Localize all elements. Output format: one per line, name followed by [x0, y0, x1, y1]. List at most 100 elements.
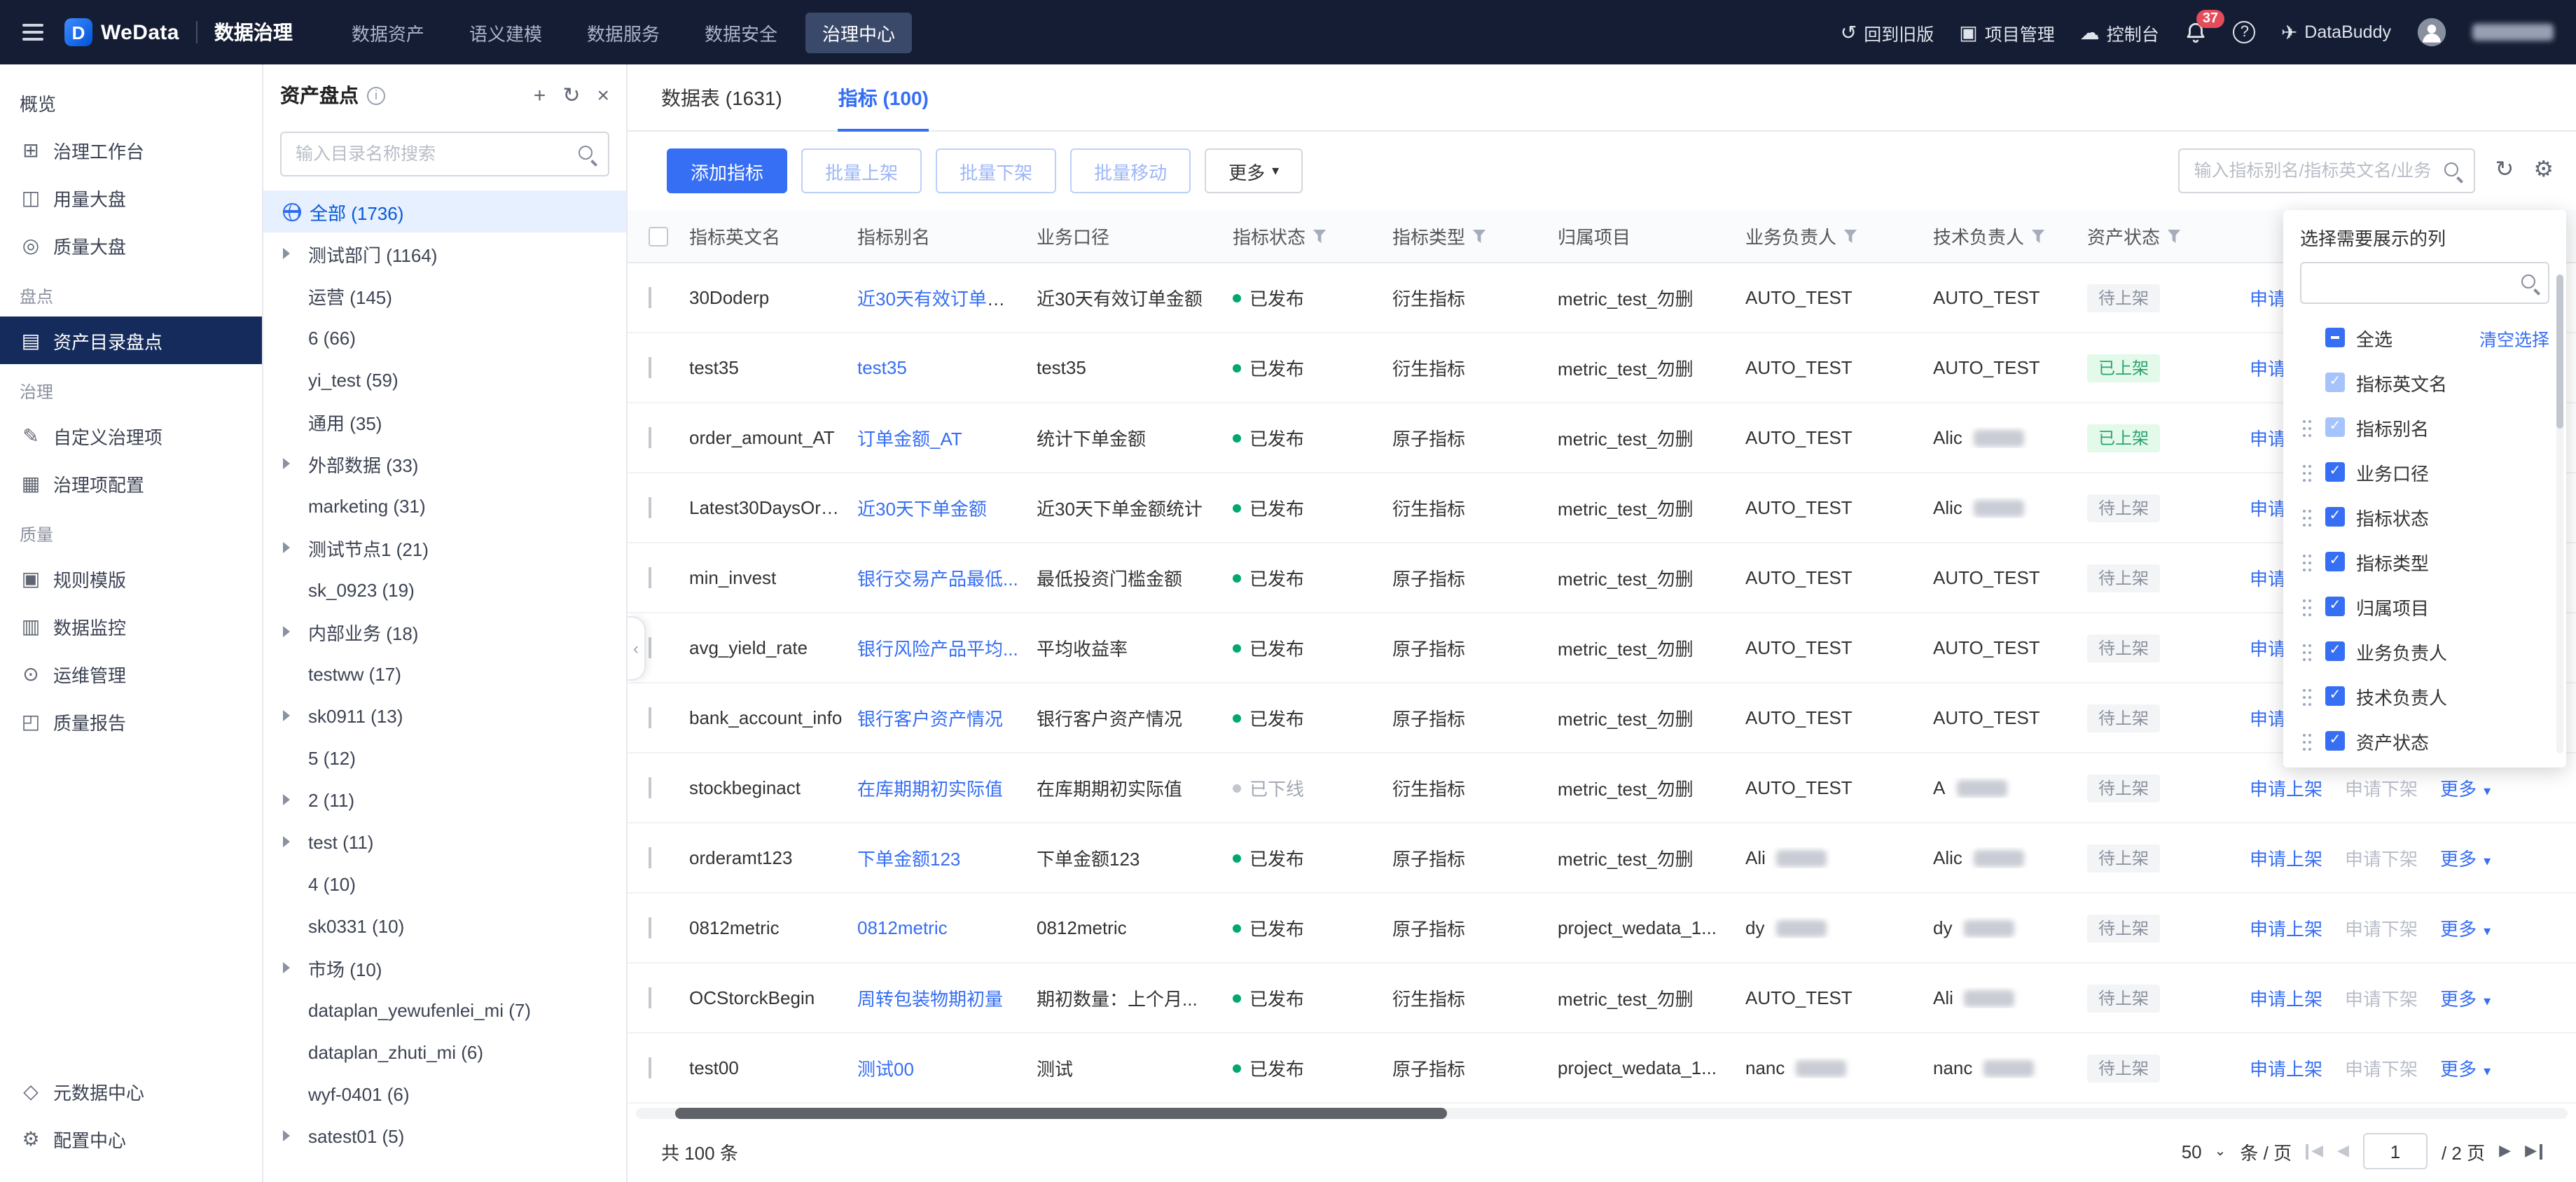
column-checkbox[interactable]: ✓	[2325, 462, 2345, 482]
column-option[interactable]: ✓ 指标英文名	[2300, 360, 2549, 405]
databuddy-link[interactable]: ✈ DataBuddy	[2281, 22, 2391, 42]
tree-node[interactable]: 全部 (1736)	[263, 190, 626, 232]
action-more[interactable]: 更多▾	[2440, 844, 2491, 871]
sidebar-item[interactable]: ▥ 数据监控	[0, 602, 262, 650]
column-header[interactable]: 指标类型	[1392, 223, 1558, 249]
sidebar-item[interactable]: ✎ 自定义治理项	[0, 412, 262, 459]
column-option[interactable]: ✓ 归属项目	[2300, 584, 2549, 629]
expand-arrow-icon[interactable]	[283, 794, 300, 805]
metric-alias-link[interactable]: test35	[857, 357, 907, 378]
row-checkbox[interactable]	[649, 287, 651, 308]
metric-alias-link[interactable]: 测试00	[857, 1059, 914, 1080]
tree-node[interactable]: sk0331 (10)	[263, 905, 626, 947]
column-header[interactable]: 指标状态	[1233, 223, 1392, 249]
refresh-table-icon[interactable]: ↻	[2495, 159, 2514, 182]
tree-node[interactable]: dataplan_zhuti_mi (6)	[263, 1031, 626, 1073]
tree-node[interactable]: test (11)	[263, 821, 626, 863]
row-checkbox[interactable]	[649, 707, 651, 728]
row-checkbox[interactable]	[649, 637, 651, 658]
select-all-checkbox[interactable]	[2325, 328, 2345, 347]
column-header[interactable]: 指标别名	[857, 223, 1037, 249]
column-search-input[interactable]	[2300, 262, 2549, 304]
column-checkbox[interactable]: ✓	[2325, 641, 2345, 661]
refresh-tree-icon[interactable]: ↻	[562, 85, 580, 106]
last-page-button[interactable]: ▶	[2525, 1143, 2542, 1159]
metric-search-input[interactable]	[2178, 148, 2476, 193]
topbar-nav-item[interactable]: 数据安全	[688, 12, 794, 53]
action-more[interactable]: 更多▾	[2440, 1055, 2491, 1081]
sidebar-item[interactable]: ⊙ 运维管理	[0, 650, 262, 697]
tree-node[interactable]: sk0911 (13)	[263, 695, 626, 737]
metric-alias-link[interactable]: 银行客户资产情况	[857, 709, 1003, 730]
metric-alias-link[interactable]: 银行风险产品平均...	[857, 639, 1018, 660]
column-checkbox[interactable]: ✓	[2325, 507, 2345, 527]
hscroll-thumb[interactable]	[674, 1108, 1448, 1119]
metric-alias-link[interactable]: 近30天下单金额	[857, 499, 987, 520]
column-checkbox[interactable]: ✓	[2325, 597, 2345, 616]
help-icon[interactable]: ?	[2233, 21, 2256, 43]
action-request-offline[interactable]: 申请下架	[2345, 844, 2418, 871]
sidebar-item[interactable]: ▣ 规则模版	[0, 555, 262, 602]
sidebar-item[interactable]: ▤ 资产目录盘点	[0, 317, 262, 364]
column-checkbox[interactable]: ✓	[2325, 731, 2345, 751]
metric-alias-link[interactable]: 银行交易产品最低...	[857, 569, 1018, 590]
tree-node[interactable]: 4 (10)	[263, 863, 626, 905]
drag-handle-icon[interactable]	[2300, 686, 2314, 706]
column-checkbox[interactable]: ✓	[2325, 686, 2345, 706]
row-checkbox[interactable]	[649, 357, 651, 378]
tree-node[interactable]: 测试部门 (1164)	[263, 232, 626, 274]
tree-node[interactable]: yi_test (59)	[263, 359, 626, 401]
tree-node[interactable]: sk_0923 (19)	[263, 569, 626, 611]
tree-node[interactable]: 通用 (35)	[263, 401, 626, 443]
expand-arrow-icon[interactable]	[283, 710, 300, 721]
row-checkbox[interactable]	[649, 427, 651, 448]
drag-handle-icon[interactable]	[2300, 507, 2314, 527]
drag-handle-icon[interactable]	[2300, 641, 2314, 661]
filter-icon[interactable]	[1313, 229, 1327, 243]
sidebar-item[interactable]: ◇ 元数据中心	[0, 1067, 262, 1115]
tree-node[interactable]: 5 (12)	[263, 737, 626, 779]
tree-node[interactable]: 2 (11)	[263, 779, 626, 821]
action-more[interactable]: 更多▾	[2440, 915, 2491, 941]
tree-node[interactable]: testww (17)	[263, 653, 626, 695]
dropdown-scrollbar-thumb[interactable]	[2556, 274, 2563, 429]
project-management-link[interactable]: ▣ 项目管理	[1959, 19, 2055, 46]
filter-icon[interactable]	[1843, 229, 1858, 243]
tree-node[interactable]: 6 (66)	[263, 317, 626, 359]
action-more[interactable]: 更多▾	[2440, 774, 2491, 801]
tree-node[interactable]: dataplan_yewufenlei_mi (7)	[263, 989, 626, 1031]
tree-node[interactable]: 市场 (10)	[263, 947, 626, 989]
batch-offline-button[interactable]: 批量下架	[936, 148, 1057, 193]
filter-icon[interactable]	[2031, 229, 2046, 243]
topbar-nav-item[interactable]: 数据资产	[335, 12, 441, 53]
current-page-input[interactable]	[2362, 1133, 2428, 1169]
column-option[interactable]: ✓ 指标别名	[2300, 405, 2549, 450]
sidebar-item[interactable]: ◰ 质量报告	[0, 697, 262, 745]
expand-arrow-icon[interactable]	[283, 542, 300, 553]
topbar-nav-item[interactable]: 治理中心	[805, 12, 913, 53]
notifications-bell-icon[interactable]: 37	[2184, 9, 2224, 44]
column-settings-gear-icon[interactable]: ⚙	[2533, 159, 2554, 182]
column-header[interactable]: 归属项目	[1558, 223, 1745, 249]
action-request-offline[interactable]: 申请下架	[2345, 985, 2418, 1011]
tree-search-input[interactable]	[280, 132, 609, 176]
column-option[interactable]: ✓ 指标状态	[2300, 494, 2549, 539]
tab-active[interactable]: 指标 (100)	[838, 64, 929, 131]
topbar-nav-item[interactable]: 语义建模	[452, 12, 559, 53]
prev-page-button[interactable]: ◀	[2337, 1143, 2349, 1159]
column-option[interactable]: ✓ 指标类型	[2300, 539, 2549, 584]
row-checkbox[interactable]	[649, 1057, 651, 1078]
column-checkbox[interactable]: ✓	[2325, 373, 2345, 392]
topbar-nav-item[interactable]: 数据服务	[570, 12, 677, 53]
select-all-rows-checkbox[interactable]	[649, 226, 668, 246]
batch-move-button[interactable]: 批量移动	[1070, 148, 1191, 193]
expand-arrow-icon[interactable]	[283, 248, 300, 259]
row-checkbox[interactable]	[649, 987, 651, 1008]
sidebar-item[interactable]: ◫ 用量大盘	[0, 174, 262, 221]
column-header[interactable]: 业务口径	[1037, 223, 1233, 249]
column-option[interactable]: ✓ 业务口径	[2300, 450, 2549, 494]
expand-arrow-icon[interactable]	[283, 458, 300, 469]
next-page-button[interactable]: ▶	[2499, 1143, 2511, 1159]
user-name-redacted[interactable]	[2472, 24, 2554, 41]
column-option[interactable]: ✓ 技术负责人	[2300, 674, 2549, 718]
